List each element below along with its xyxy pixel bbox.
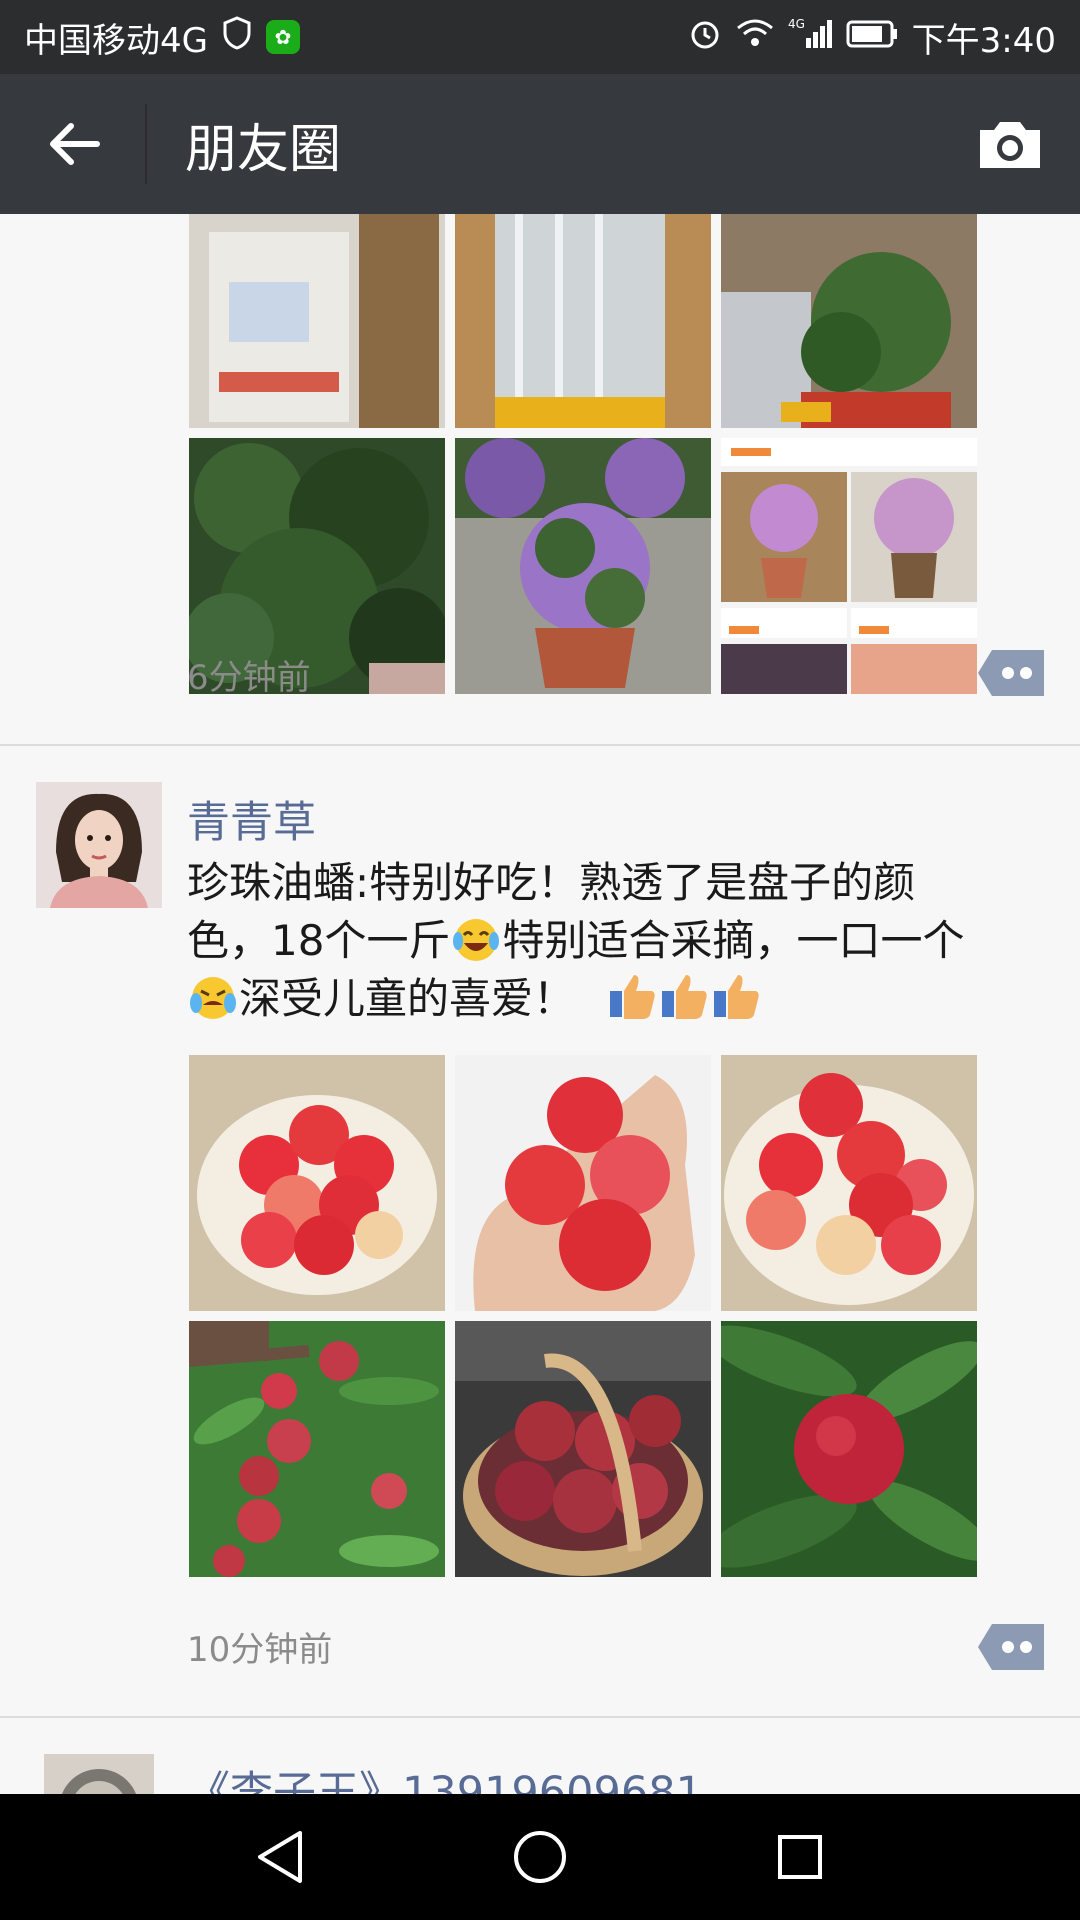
laughing-tears-emoji-icon <box>450 916 502 965</box>
clock-time: 下午3:40 <box>911 20 1056 61</box>
post-timestamp: 6分钟前 <box>187 658 311 698</box>
post-divider <box>0 1716 1080 1718</box>
thumbs-up-emoji-icon <box>588 974 658 1023</box>
post-text-line: 色，18个一斤 特别适合采摘，一口一个 <box>187 912 1037 970</box>
square-recents-icon <box>778 1835 822 1879</box>
back-button[interactable] <box>0 74 145 214</box>
post-image[interactable] <box>189 214 445 428</box>
post-image[interactable] <box>721 214 977 428</box>
nav-recents-button[interactable] <box>755 1812 845 1902</box>
comment-button[interactable] <box>978 650 1044 696</box>
arrow-left-icon <box>49 123 100 165</box>
post-image[interactable] <box>455 1055 711 1311</box>
triangle-back-icon <box>258 1831 302 1883</box>
comment-button[interactable] <box>978 1624 1044 1670</box>
post-image[interactable] <box>455 1321 711 1577</box>
post-image[interactable] <box>189 1055 445 1311</box>
post-image-grid <box>189 1055 977 1577</box>
post-image-grid <box>189 214 977 694</box>
vpn-shield-icon <box>222 15 252 59</box>
moments-feed[interactable]: 6分钟前 青青草 珍珠油蟠:特别好吃！熟透了是盘子的颜 色，18个一斤 特别适合采… <box>0 214 1080 1794</box>
system-nav-bar <box>0 1794 1080 1920</box>
top-bar: 朋友圈 <box>0 74 1080 214</box>
thumbs-up-emoji-icon <box>658 974 710 1023</box>
app-notification-icon: ✿ <box>265 20 300 54</box>
carrier-label: 中国移动4G <box>24 20 208 61</box>
post-image[interactable] <box>721 1321 977 1577</box>
post-text-line: 深受儿童的喜爱！ <box>187 970 1037 1028</box>
post-divider <box>0 744 1080 746</box>
comment-dots-icon <box>978 1624 1044 1670</box>
avatar[interactable] <box>36 782 162 908</box>
post-text-line: 珍珠油蟠:特别好吃！熟透了是盘子的颜 <box>187 858 916 907</box>
poster-name[interactable]: 《李子王》13919609681 <box>187 1758 703 1794</box>
post-text-segment: 特别适合采摘，一口一个 <box>502 916 965 965</box>
post-text-segment: 深受儿童的喜爱！ <box>239 974 576 1023</box>
thumbs-up-emoji-icon <box>710 974 762 1023</box>
nav-home-button[interactable] <box>495 1812 585 1902</box>
post-image[interactable] <box>455 214 711 428</box>
poster-name[interactable]: 青青草 <box>187 788 316 850</box>
alarm-icon <box>688 16 722 59</box>
post-image[interactable] <box>189 1321 445 1577</box>
signal-icon: 4G <box>788 16 832 59</box>
nav-back-button[interactable] <box>235 1812 325 1902</box>
circle-home-icon <box>514 1831 566 1883</box>
camera-icon <box>980 122 1040 168</box>
post-text-segment: 色，18个一斤 <box>187 916 451 965</box>
post-image[interactable] <box>455 438 711 694</box>
page-title: 朋友圈 <box>185 119 342 180</box>
post-timestamp: 10分钟前 <box>187 1630 333 1670</box>
post-image[interactable] <box>721 1055 977 1311</box>
avatar[interactable] <box>44 1754 154 1794</box>
camera-button[interactable] <box>940 74 1080 214</box>
post-text: 珍珠油蟠:特别好吃！熟透了是盘子的颜 色，18个一斤 特别适合采摘，一口一个 深受… <box>187 854 1037 1028</box>
post-image[interactable] <box>721 438 977 694</box>
status-bar: 中国移动4G ✿ 4G 下午3:40 <box>0 0 1080 74</box>
crying-laughing-emoji-icon <box>187 974 239 1023</box>
battery-icon <box>846 17 898 57</box>
svg-text:4G: 4G <box>788 17 805 31</box>
comment-dots-icon <box>978 650 1044 696</box>
wifi-icon <box>736 17 774 57</box>
title-divider <box>145 104 147 184</box>
